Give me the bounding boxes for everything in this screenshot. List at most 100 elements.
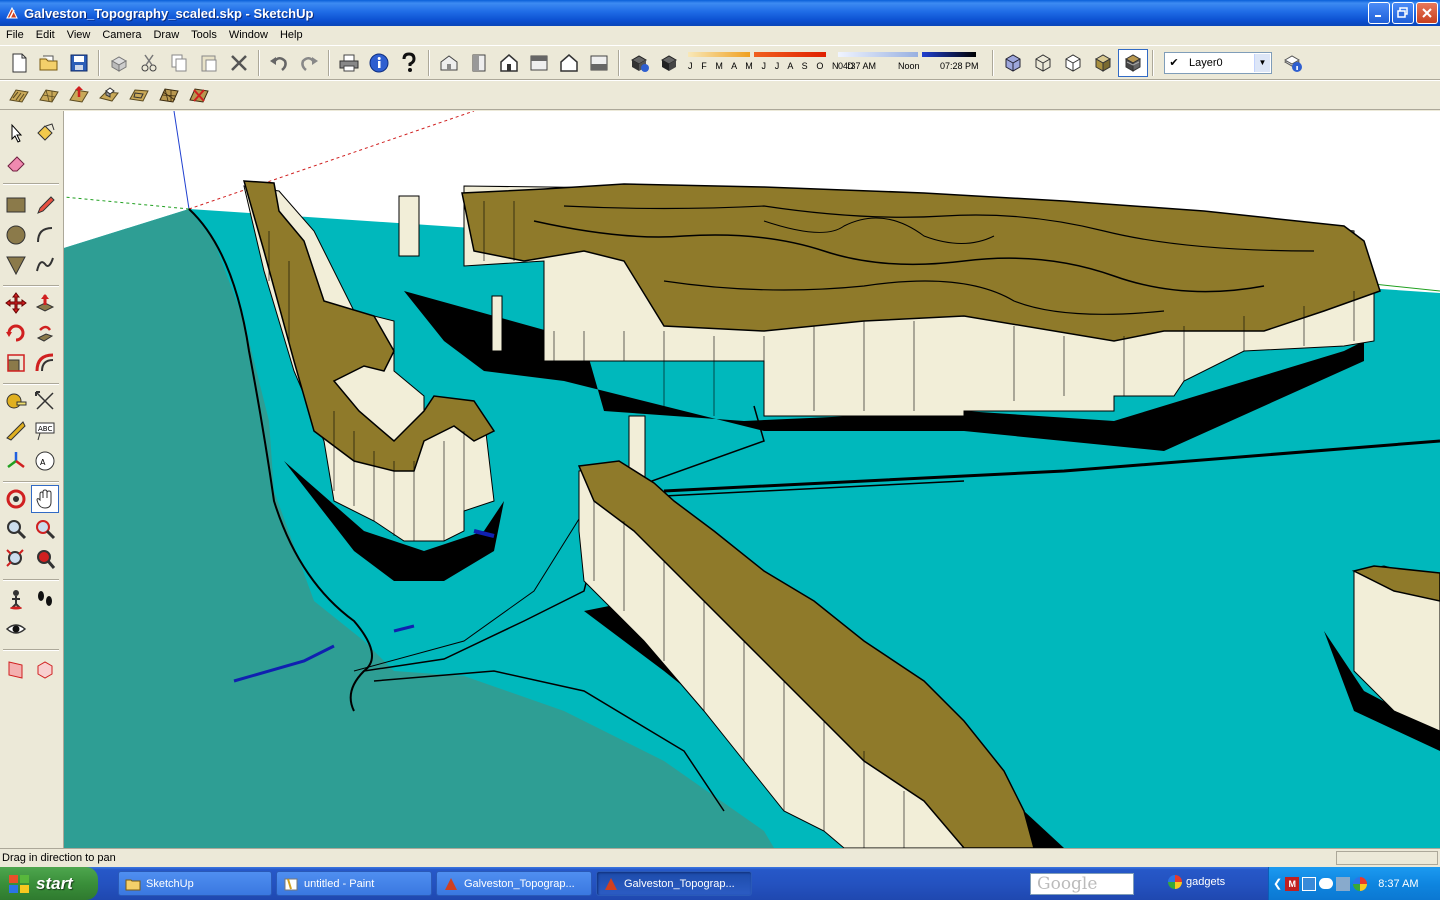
rotate-tool[interactable] bbox=[2, 319, 30, 347]
position-camera-tool[interactable] bbox=[2, 585, 30, 613]
zoom-extents-tool[interactable] bbox=[2, 545, 30, 573]
tape-measure-tool[interactable] bbox=[2, 387, 30, 415]
shadow-settings-button[interactable] bbox=[624, 49, 654, 77]
display-shadows-button[interactable] bbox=[654, 49, 684, 77]
new-button[interactable] bbox=[4, 49, 34, 77]
menu-view[interactable]: View bbox=[61, 29, 97, 41]
status-message: Drag in direction to pan bbox=[2, 852, 116, 864]
menu-camera[interactable]: Camera bbox=[96, 29, 147, 41]
date-slider-track-a[interactable] bbox=[688, 51, 750, 57]
freehand-tool[interactable] bbox=[31, 251, 59, 279]
redo-button[interactable] bbox=[294, 49, 324, 77]
erase-button[interactable] bbox=[224, 49, 254, 77]
minimize-button[interactable] bbox=[1368, 2, 1390, 24]
task-sketchup-1[interactable]: Galveston_Topograp... bbox=[436, 871, 592, 896]
add-detail-button[interactable] bbox=[154, 81, 184, 109]
dimension-tool[interactable] bbox=[31, 387, 59, 415]
select-tool[interactable] bbox=[2, 119, 30, 147]
save-button[interactable] bbox=[64, 49, 94, 77]
paste-button[interactable] bbox=[194, 49, 224, 77]
shaded-texture-style-button[interactable] bbox=[1118, 48, 1148, 77]
tray-network-icon[interactable] bbox=[1302, 876, 1317, 891]
layer-dropdown[interactable]: ✔ Layer0 ▼ bbox=[1164, 51, 1272, 74]
menu-file[interactable]: File bbox=[0, 29, 30, 41]
print-button[interactable] bbox=[334, 49, 364, 77]
model-info-button[interactable] bbox=[364, 49, 394, 77]
close-button[interactable] bbox=[1416, 2, 1438, 24]
toolbar-separator bbox=[992, 49, 994, 76]
zoom-tool[interactable] bbox=[2, 515, 30, 543]
hidden-line-style-button[interactable] bbox=[1058, 49, 1088, 77]
pan-tool[interactable] bbox=[31, 485, 59, 513]
arc-tool[interactable] bbox=[31, 221, 59, 249]
paint-bucket-tool[interactable] bbox=[31, 119, 59, 147]
copy-button[interactable] bbox=[164, 49, 194, 77]
circle-tool[interactable] bbox=[2, 221, 30, 249]
stamp-button[interactable] bbox=[94, 81, 124, 109]
smoove-button[interactable] bbox=[64, 81, 94, 109]
menu-tools[interactable]: Tools bbox=[185, 29, 223, 41]
wireframe-style-button[interactable] bbox=[1028, 49, 1058, 77]
date-slider-track-b[interactable] bbox=[754, 51, 826, 57]
move-tool[interactable] bbox=[2, 289, 30, 317]
task-sketchup-2[interactable]: Galveston_Topograp... bbox=[596, 871, 752, 896]
menu-draw[interactable]: Draw bbox=[147, 29, 185, 41]
task-sketchup-folder[interactable]: SketchUp bbox=[118, 871, 272, 896]
push-pull-tool[interactable] bbox=[31, 289, 59, 317]
menu-edit[interactable]: Edit bbox=[30, 29, 61, 41]
scale-tool[interactable] bbox=[2, 349, 30, 377]
chevron-down-icon[interactable]: ▼ bbox=[1254, 53, 1270, 72]
zoom-window-tool[interactable] bbox=[31, 515, 59, 543]
view-back-button[interactable] bbox=[554, 49, 584, 77]
walk-tool[interactable] bbox=[31, 585, 59, 613]
tray-mcafee-icon[interactable]: M bbox=[1285, 876, 1300, 891]
drape-button[interactable] bbox=[124, 81, 154, 109]
rectangle-tool[interactable] bbox=[2, 191, 30, 219]
flip-edge-button[interactable] bbox=[184, 81, 214, 109]
cut-button[interactable] bbox=[134, 49, 164, 77]
time-slider-track-b[interactable] bbox=[922, 51, 976, 57]
look-around-tool[interactable] bbox=[2, 615, 30, 643]
polygon-tool[interactable] bbox=[2, 251, 30, 279]
from-contours-button[interactable] bbox=[4, 81, 34, 109]
text-tool[interactable]: ABC bbox=[31, 417, 59, 445]
tray-chat-icon[interactable] bbox=[1319, 878, 1334, 889]
start-button[interactable]: start bbox=[0, 867, 98, 900]
time-slider-track-a[interactable] bbox=[838, 51, 918, 57]
offset-tool[interactable] bbox=[31, 349, 59, 377]
line-tool[interactable] bbox=[31, 191, 59, 219]
model-viewport[interactable] bbox=[64, 111, 1440, 848]
undo-button[interactable] bbox=[264, 49, 294, 77]
menu-help[interactable]: Help bbox=[274, 29, 309, 41]
tray-google-icon[interactable] bbox=[1353, 876, 1368, 891]
view-front-button[interactable] bbox=[494, 49, 524, 77]
layer-manager-button[interactable] bbox=[1278, 49, 1308, 77]
section-plane-tool[interactable] bbox=[2, 655, 30, 683]
measurements-box[interactable] bbox=[1336, 851, 1438, 865]
shaded-style-button[interactable] bbox=[1088, 49, 1118, 77]
axes-tool[interactable] bbox=[2, 447, 30, 475]
view-left-button[interactable] bbox=[584, 49, 614, 77]
protractor-tool[interactable] bbox=[2, 417, 30, 445]
3d-text-tool[interactable]: A bbox=[31, 447, 59, 475]
from-scratch-button[interactable] bbox=[34, 81, 64, 109]
menu-window[interactable]: Window bbox=[223, 29, 274, 41]
gadgets-button[interactable]: gadgets bbox=[1168, 875, 1225, 889]
task-paint[interactable]: untitled - Paint bbox=[276, 871, 432, 896]
tray-arrow-icon[interactable]: ❮ bbox=[1273, 877, 1282, 890]
tray-tools-icon[interactable] bbox=[1336, 876, 1351, 891]
make-component-button[interactable] bbox=[104, 49, 134, 77]
open-button[interactable] bbox=[34, 49, 64, 77]
follow-me-tool[interactable] bbox=[31, 319, 59, 347]
orbit-tool[interactable] bbox=[2, 485, 30, 513]
section-display-tool[interactable] bbox=[31, 655, 59, 683]
previous-view-tool[interactable] bbox=[31, 545, 59, 573]
xray-style-button[interactable] bbox=[998, 49, 1028, 77]
google-search-box[interactable]: Google bbox=[1030, 873, 1134, 895]
view-top-button[interactable] bbox=[464, 49, 494, 77]
help-button[interactable] bbox=[394, 49, 424, 77]
view-right-button[interactable] bbox=[524, 49, 554, 77]
restore-button[interactable] bbox=[1392, 2, 1414, 24]
eraser-tool[interactable] bbox=[2, 149, 30, 177]
view-iso-button[interactable] bbox=[434, 49, 464, 77]
